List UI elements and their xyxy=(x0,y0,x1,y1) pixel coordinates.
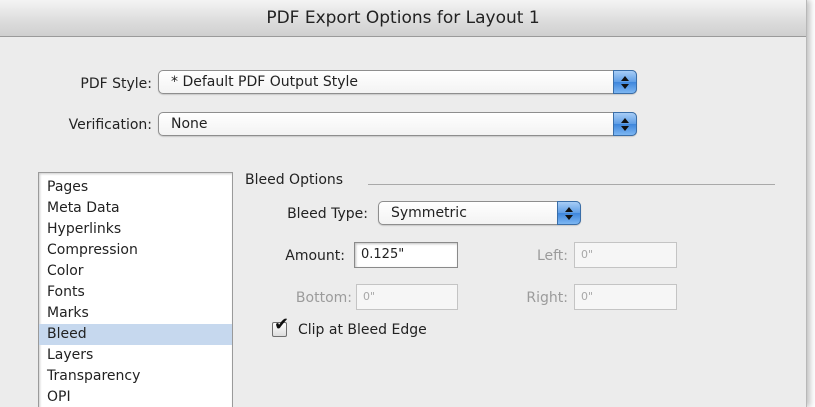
category-item-opi[interactable]: OPI xyxy=(39,387,232,407)
bottom-label: Bottom: xyxy=(295,290,352,306)
amount-label: Amount: xyxy=(285,248,345,264)
verification-label: Verification: xyxy=(68,117,152,133)
clip-at-bleed-edge-checkbox[interactable]: ✔ xyxy=(272,316,289,337)
verification-value: None xyxy=(171,116,208,132)
clip-at-bleed-edge-label[interactable]: Clip at Bleed Edge xyxy=(298,322,427,338)
category-item-compression[interactable]: Compression xyxy=(39,240,232,261)
amount-field[interactable]: 0.125" xyxy=(354,242,458,268)
bleed-type-value: Symmetric xyxy=(391,205,467,221)
up-down-arrows-icon xyxy=(613,112,637,136)
bleed-options-title: Bleed Options xyxy=(245,172,344,188)
category-item-color[interactable]: Color xyxy=(39,261,232,282)
pdf-style-value: * Default PDF Output Style xyxy=(171,74,359,90)
group-divider xyxy=(368,184,775,185)
category-item-transparency[interactable]: Transparency xyxy=(39,366,232,387)
category-item-fonts[interactable]: Fonts xyxy=(39,282,232,303)
category-item-hyperlinks[interactable]: Hyperlinks xyxy=(39,219,232,240)
category-item-marks[interactable]: Marks xyxy=(39,303,232,324)
bottom-field[interactable]: 0" xyxy=(356,284,458,310)
up-down-arrows-icon xyxy=(557,201,581,225)
category-item-bleed[interactable]: Bleed xyxy=(39,324,232,345)
bleed-type-label: Bleed Type: xyxy=(287,206,368,222)
pdf-export-dialog: PDF Export Options for Layout 1 PDF Styl… xyxy=(0,0,807,407)
category-item-pages[interactable]: Pages xyxy=(39,177,232,198)
checkmark-icon: ✔ xyxy=(274,314,290,335)
pdf-style-label: PDF Style: xyxy=(80,76,152,92)
left-field[interactable]: 0" xyxy=(574,242,677,268)
category-item-layers[interactable]: Layers xyxy=(39,345,232,366)
left-label: Left: xyxy=(536,248,568,264)
window-title: PDF Export Options for Layout 1 xyxy=(0,0,806,37)
up-down-arrows-icon xyxy=(613,70,637,94)
right-field[interactable]: 0" xyxy=(574,284,677,310)
right-label: Right: xyxy=(526,290,568,306)
pdf-style-popup[interactable]: * Default PDF Output Style xyxy=(158,70,637,94)
category-list[interactable]: Pages Meta Data Hyperlinks Compression C… xyxy=(38,172,233,407)
category-item-meta-data[interactable]: Meta Data xyxy=(39,198,232,219)
bleed-type-popup[interactable]: Symmetric xyxy=(378,201,581,225)
verification-popup[interactable]: None xyxy=(158,112,637,136)
